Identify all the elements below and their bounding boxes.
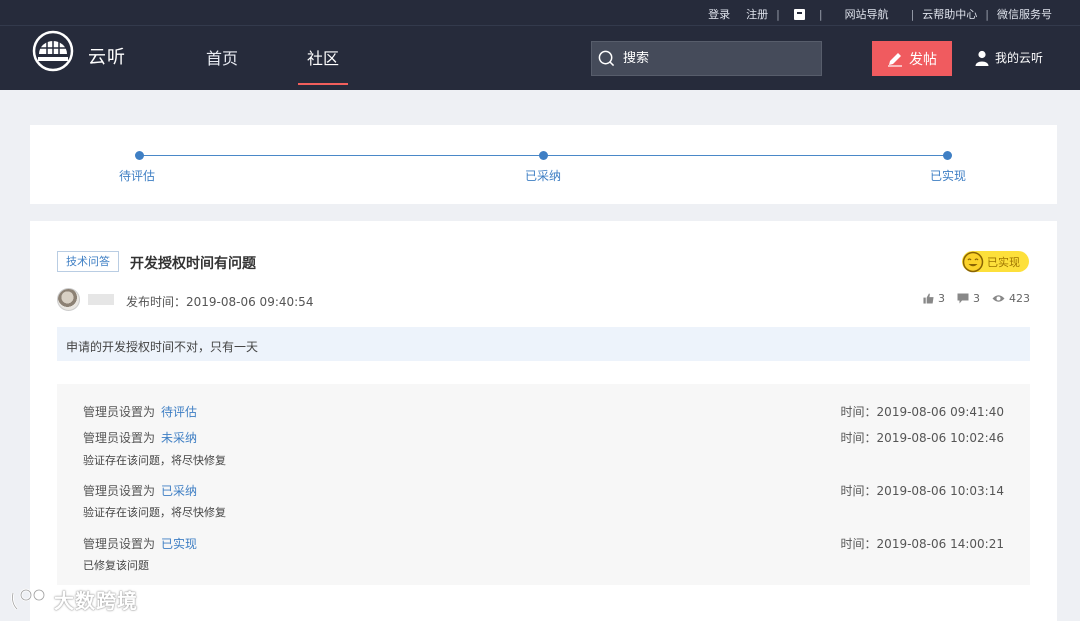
history-time: 时间：2019-08-06 09:41:40 xyxy=(840,405,1004,419)
post-card: 技术问答 开发授权时间有问题 已实现 发布时间：2019-08-06 09:40… xyxy=(30,221,1057,621)
progress-dot xyxy=(539,151,548,160)
comment-icon xyxy=(957,293,969,304)
status-badge-label: 已实现 xyxy=(987,255,1020,269)
step-pending-evaluation: 待评估 xyxy=(119,169,156,183)
help-center-link[interactable]: 云帮助中心 xyxy=(922,6,977,22)
history-time: 时间：2019-08-06 10:03:14 xyxy=(840,484,1004,498)
history-action: 管理员设置为 xyxy=(83,484,156,498)
like-count: 3 xyxy=(938,292,945,305)
search-box[interactable] xyxy=(591,41,822,76)
pencil-icon xyxy=(888,52,902,67)
comment-stat[interactable]: 3 xyxy=(957,292,980,305)
category-tag[interactable]: 技术问答 xyxy=(57,251,119,272)
history-item: 管理员设置为 已采纳 xyxy=(83,482,197,499)
my-account-label: 我的云听 xyxy=(995,51,1044,65)
history-status: 已采纳 xyxy=(161,484,198,498)
step-implemented: 已实现 xyxy=(930,169,967,183)
watermark-text: 大数跨境 xyxy=(54,589,138,613)
status-badge: 已实现 xyxy=(962,251,1029,272)
watermark: 大数跨境 xyxy=(10,585,138,614)
like-stat[interactable]: 3 xyxy=(923,292,945,305)
history-time: 时间：2019-08-06 14:00:21 xyxy=(840,537,1004,551)
history-action: 管理员设置为 xyxy=(83,431,156,445)
history-item: 管理员设置为 未采纳 xyxy=(83,429,197,446)
search-input[interactable] xyxy=(623,51,813,66)
active-nav-indicator xyxy=(298,83,348,85)
post-title: 开发授权时间有问题 xyxy=(130,256,256,272)
globe-logo-icon[interactable] xyxy=(32,30,74,72)
view-count: 423 xyxy=(1009,292,1030,305)
user-icon xyxy=(975,50,989,66)
top-links: 登录 注册 | | 网站导航 | 云帮助中心 | 微信服务号 xyxy=(708,6,1052,22)
status-history: 管理员设置为 待评估 时间：2019-08-06 09:41:40 管理员设置为未… xyxy=(57,384,1030,585)
login-link[interactable]: 登录 xyxy=(708,6,730,22)
status-progress: 待评估 已采纳 已实现 xyxy=(30,125,1057,204)
nav-community[interactable]: 社区 xyxy=(307,45,339,69)
post-content: 申请的开发授权时间不对，只有一天 xyxy=(57,327,1030,361)
top-bar: 登录 注册 | | 网站导航 | 云帮助中心 | 微信服务号 xyxy=(0,0,1080,25)
progress-dot xyxy=(943,151,952,160)
register-link[interactable]: 注册 xyxy=(746,6,768,22)
history-status: 已实现 xyxy=(161,537,198,551)
history-status: 待评估 xyxy=(161,405,198,419)
history-action: 管理员设置为 xyxy=(83,537,156,551)
new-post-button[interactable]: 发帖 xyxy=(872,41,952,76)
search-icon xyxy=(598,50,615,67)
history-note: 验证存在该问题，将尽快修复 xyxy=(83,454,226,467)
brand-name[interactable]: 云听 xyxy=(88,43,126,69)
watermark-logo-icon xyxy=(11,588,46,610)
wechat-link[interactable]: 微信服务号 xyxy=(997,6,1052,22)
main-header: 云听 首页 社区 发帖 我的云听 xyxy=(0,25,1080,90)
publish-time: 发布时间：2019-08-06 09:40:54 xyxy=(126,295,314,309)
history-action: 管理员设置为 xyxy=(83,405,156,419)
thumbs-up-icon xyxy=(923,293,934,304)
my-account-link[interactable]: 我的云听 xyxy=(975,49,1043,66)
history-item: 管理员设置为 已实现 xyxy=(83,535,197,552)
username-blurred[interactable] xyxy=(88,294,114,305)
smiley-icon xyxy=(962,251,984,272)
view-stat: 423 xyxy=(992,292,1030,305)
divider: | xyxy=(818,7,823,21)
progress-dot xyxy=(135,151,144,160)
avatar[interactable] xyxy=(57,288,80,311)
site-nav-link[interactable]: 网站导航 xyxy=(845,6,889,22)
nav-home[interactable]: 首页 xyxy=(206,45,238,69)
history-item: 管理员设置为 待评估 xyxy=(83,403,197,420)
divider: | xyxy=(910,7,915,21)
comment-count: 3 xyxy=(973,292,980,305)
eye-icon xyxy=(992,295,1005,302)
history-time: 时间：2019-08-06 10:02:46 xyxy=(840,431,1004,445)
history-note: 已修复该问题 xyxy=(83,559,149,572)
history-note: 验证存在该问题，将尽快修复 xyxy=(83,506,226,519)
step-adopted: 已采纳 xyxy=(525,169,562,183)
divider: | xyxy=(776,7,780,21)
history-status: 未采纳 xyxy=(161,431,198,445)
new-post-label: 发帖 xyxy=(909,51,937,68)
post-stats: 3 3 423 xyxy=(911,292,1030,305)
feedback-icon[interactable] xyxy=(793,8,805,20)
divider: | xyxy=(985,7,989,21)
